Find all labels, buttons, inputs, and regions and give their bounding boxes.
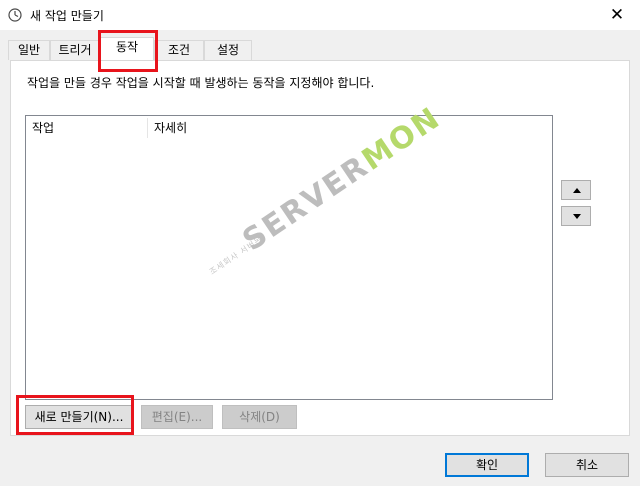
edit-action-button[interactable]: 편집(E)... xyxy=(141,405,213,429)
instruction-text: 작업을 만들 경우 작업을 시작할 때 발생하는 동작을 지정해야 합니다. xyxy=(27,76,375,90)
tab-settings[interactable]: 설정 xyxy=(204,40,252,60)
column-header-action[interactable]: 작업 xyxy=(26,116,147,140)
cancel-button[interactable]: 취소 xyxy=(545,453,629,477)
column-header-details[interactable]: 자세히 xyxy=(148,116,348,140)
window-title: 새 작업 만들기 xyxy=(30,9,104,23)
triangle-down-icon xyxy=(573,214,581,219)
close-button[interactable]: ✕ xyxy=(594,0,640,30)
tab-triggers[interactable]: 트리거 xyxy=(50,40,100,60)
move-down-button[interactable] xyxy=(561,206,591,226)
clock-icon xyxy=(8,8,22,22)
ok-button[interactable]: 확인 xyxy=(445,453,529,477)
delete-action-button[interactable]: 삭제(D) xyxy=(222,405,297,429)
tab-general[interactable]: 일반 xyxy=(8,40,50,60)
tab-conditions[interactable]: 조건 xyxy=(154,40,204,60)
title-bar: 새 작업 만들기 ✕ xyxy=(0,0,640,30)
move-up-button[interactable] xyxy=(561,180,591,200)
actions-list[interactable]: 작업 자세히 xyxy=(25,115,553,400)
triangle-up-icon xyxy=(573,188,581,193)
tab-actions[interactable]: 동작 xyxy=(100,37,154,60)
new-action-button[interactable]: 새로 만들기(N)... xyxy=(25,405,133,429)
